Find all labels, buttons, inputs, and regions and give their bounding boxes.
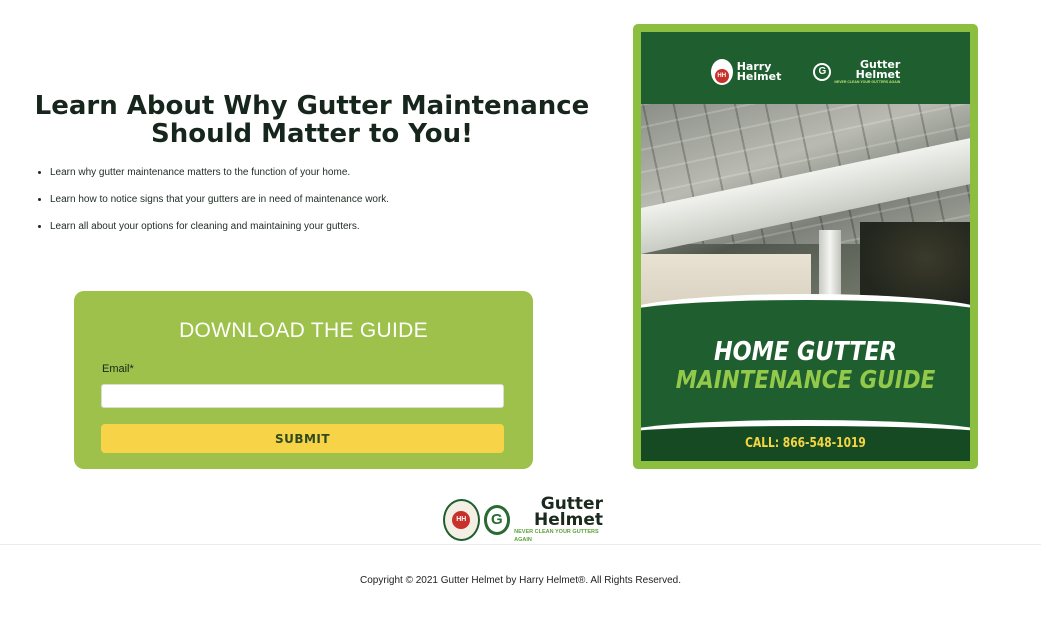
email-label: Email* [102,363,134,375]
harry-helmet-wordmark: Harry Helmet [736,60,782,83]
list-item: Learn all about your options for cleanin… [50,216,610,243]
download-guide-form: DOWNLOAD THE GUIDE Email* SUBMIT [74,291,533,469]
gutter-helmet-mark-icon: G [813,63,832,81]
gutter-helmet-wordmark: Gutter Helmet NEVER CLEAN YOUR GUTTERS A… [514,494,603,544]
cover-phone-number: CALL: 866-548-1019 [745,436,866,451]
list-item: Learn why gutter maintenance matters to … [50,162,610,189]
gutter-helmet-mark-icon: G [483,505,511,535]
guide-cover-image: HH Harry Helmet G Gutter Helmet NEVER CL… [633,24,978,469]
form-title: DOWNLOAD THE GUIDE [179,319,428,342]
gutter-helmet-wordmark: Gutter Helmet NEVER CLEAN YOUR GUTTERS A… [834,57,901,84]
gutter-helmet-logo: G Gutter Helmet NEVER CLEAN YOUR GUTTERS… [813,57,901,85]
footer-logo[interactable]: HH G Gutter Helmet NEVER CLEAN YOUR GUTT… [443,494,603,544]
harry-helmet-mascot-icon: HH [710,59,733,85]
guide-cover-inner: HH Harry Helmet G Gutter Helmet NEVER CL… [641,32,970,461]
page-headline: Learn About Why Gutter Maintenance Shoul… [34,91,590,149]
harry-helmet-badge-icon: HH [443,499,480,541]
cover-title: HOME GUTTER MAINTENANCE GUIDE [675,337,936,394]
email-field[interactable] [101,384,504,408]
submit-button[interactable]: SUBMIT [101,424,504,453]
list-item: Learn how to notice signs that your gutt… [50,189,610,216]
cover-logos: HH Harry Helmet G Gutter Helmet NEVER CL… [641,52,970,92]
gutter-guard-roof-photo [641,104,970,314]
benefits-list: Learn why gutter maintenance matters to … [34,162,610,243]
harry-helmet-logo: HH Harry Helmet [710,59,782,85]
footer-divider [0,544,1041,545]
copyright-text: Copyright © 2021 Gutter Helmet by Harry … [360,575,681,586]
